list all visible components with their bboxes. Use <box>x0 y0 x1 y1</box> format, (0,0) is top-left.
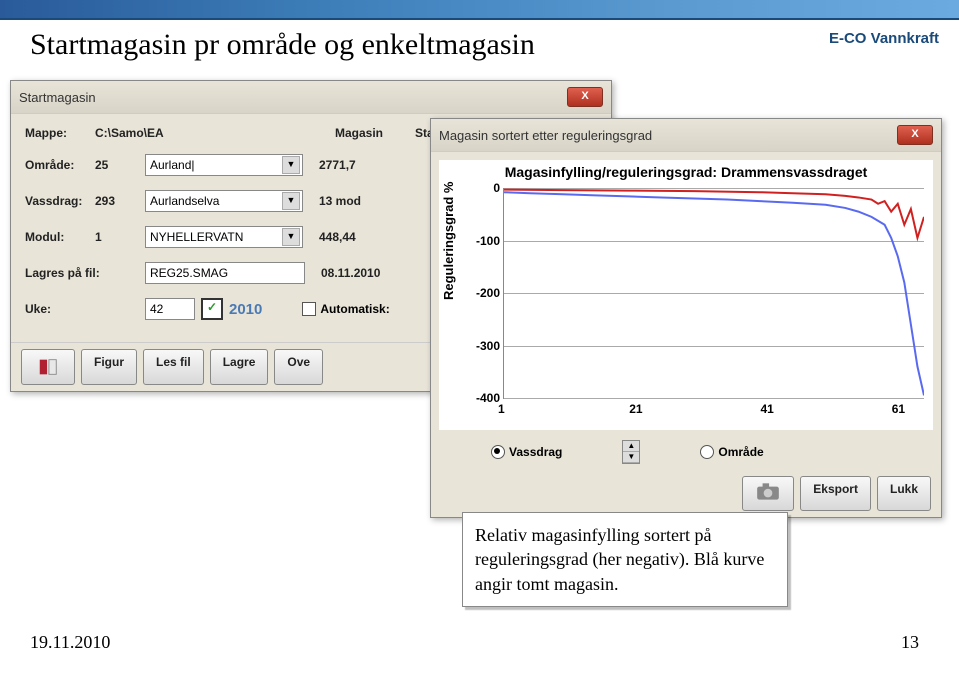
page-top-stripe <box>0 0 959 20</box>
modul-combo[interactable]: NYHELLERVATN ▼ <box>145 226 303 248</box>
uke-value: 42 <box>150 302 163 316</box>
omrade-radio[interactable]: Område <box>700 445 763 460</box>
caption-box: Relativ magasinfylling sortert på regule… <box>462 512 788 607</box>
chart-ylabel: Reguleringsgrad % <box>441 182 456 300</box>
automatisk-label: Automatisk: <box>320 302 389 316</box>
chart-area: Magasinfylling/reguleringsgrad: Drammens… <box>439 160 933 430</box>
chart-plot: 0-100-200-300-4001214161 <box>503 188 924 399</box>
lagres-date: 08.11.2010 <box>321 266 380 280</box>
slide-title: Startmagasin pr område og enkeltmagasin <box>30 28 535 62</box>
uke-label: Uke: <box>25 302 95 316</box>
camera-icon[interactable] <box>742 476 794 511</box>
uke-input[interactable]: 42 <box>145 298 195 320</box>
modul-num: 1 <box>95 230 145 244</box>
lesfil-button[interactable]: Les fil <box>143 349 204 385</box>
chart-title: Magasinfylling/reguleringsgrad: Drammens… <box>439 160 933 190</box>
figur-button[interactable]: Figur <box>81 349 137 385</box>
dialog1-titlebar[interactable]: Startmagasin X <box>11 81 611 114</box>
dialog1-title: Startmagasin <box>19 90 96 105</box>
vassdrag-label: Vassdrag: <box>25 194 95 208</box>
lagres-input[interactable]: REG25.SMAG <box>145 262 305 284</box>
mappe-value: C:\Samo\EA <box>95 126 335 140</box>
automatisk-checkbox[interactable] <box>302 302 316 316</box>
footer-page-number: 13 <box>901 632 919 653</box>
modul-value: 448,44 <box>319 230 356 244</box>
vassdrag-num: 293 <box>95 194 145 208</box>
chevron-up-icon[interactable]: ▲ <box>623 441 639 452</box>
footer-date: 19.11.2010 <box>30 632 110 653</box>
uke-year: 2010 <box>229 301 262 318</box>
vassdrag-combo[interactable]: Aurlandselva ▼ <box>145 190 303 212</box>
vassdrag-combo-value: Aurlandselva <box>150 194 219 208</box>
modul-combo-value: NYHELLERVATN <box>150 230 243 244</box>
chevron-down-icon[interactable]: ▼ <box>282 228 300 246</box>
omrade-combo-value: Aurland| <box>150 158 194 172</box>
close-icon[interactable]: X <box>567 87 603 107</box>
brand-label: E-CO Vannkraft <box>829 30 939 47</box>
magasin-header: Magasin <box>335 126 415 140</box>
chevron-down-icon[interactable]: ▼ <box>282 192 300 210</box>
chart-dialog: Magasin sortert etter reguleringsgrad X … <box>430 118 942 518</box>
lukk-button[interactable]: Lukk <box>877 476 931 511</box>
ove-button[interactable]: Ove <box>274 349 323 385</box>
lagres-label: Lagres på fil: <box>25 266 115 280</box>
mappe-label: Mappe: <box>25 126 95 140</box>
chevron-down-icon[interactable]: ▼ <box>623 452 639 463</box>
lagres-value: REG25.SMAG <box>150 266 228 280</box>
omrade-label: Område: <box>25 158 95 172</box>
dialog2-title: Magasin sortert etter reguleringsgrad <box>439 128 652 143</box>
book-icon[interactable] <box>21 349 75 385</box>
omrade-magasin-value: 2771,7 <box>319 158 356 172</box>
spinner[interactable]: ▲▼ <box>622 440 640 464</box>
dialog2-titlebar[interactable]: Magasin sortert etter reguleringsgrad X <box>431 119 941 152</box>
close-icon[interactable]: X <box>897 125 933 145</box>
uke-checkbox[interactable]: ✓ <box>201 298 223 320</box>
eksport-button[interactable]: Eksport <box>800 476 871 511</box>
omrade-combo[interactable]: Aurland| ▼ <box>145 154 303 176</box>
chevron-down-icon[interactable]: ▼ <box>282 156 300 174</box>
omrade-num: 25 <box>95 158 145 172</box>
lagre-button[interactable]: Lagre <box>210 349 269 385</box>
vassdrag-value: 13 mod <box>319 194 361 208</box>
caption-line1: Relativ magasinfylling sortert på regule… <box>475 525 711 569</box>
modul-label: Modul: <box>25 230 95 244</box>
vassdrag-radio[interactable]: Vassdrag <box>491 445 562 460</box>
